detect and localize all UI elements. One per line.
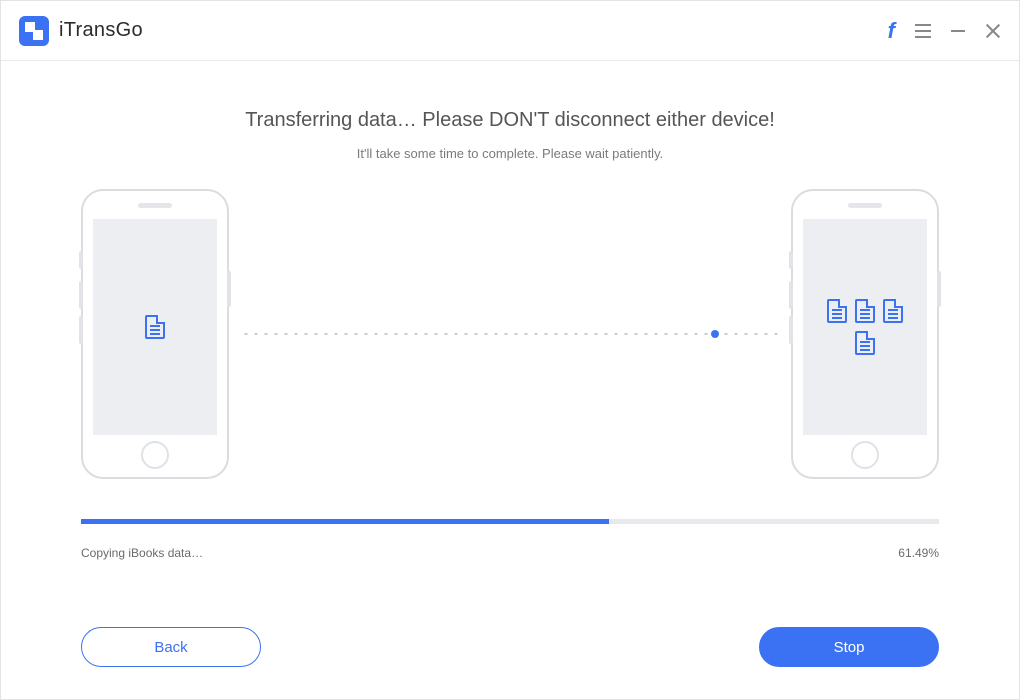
- stop-button[interactable]: Stop: [759, 627, 939, 667]
- menu-icon[interactable]: [915, 24, 931, 38]
- transfer-connector: [241, 333, 779, 335]
- window-controls: f: [888, 20, 1001, 42]
- document-icon: [883, 299, 903, 323]
- transfer-illustration: [81, 189, 939, 479]
- source-device: [81, 189, 229, 479]
- progress-percent-text: 61.49%: [898, 546, 939, 560]
- target-device: [791, 189, 939, 479]
- minimize-icon[interactable]: [951, 30, 965, 32]
- close-icon[interactable]: [985, 23, 1001, 39]
- progress-section: Copying iBooks data… 61.49%: [81, 519, 939, 560]
- progress-fill: [81, 519, 609, 524]
- transfer-pulse-icon: [711, 330, 719, 338]
- progress-bar: [81, 519, 939, 524]
- facebook-icon[interactable]: f: [888, 20, 895, 42]
- footer-actions: Back Stop: [81, 627, 939, 667]
- transfer-heading: Transferring data… Please DON'T disconne…: [81, 109, 939, 132]
- back-button[interactable]: Back: [81, 627, 261, 667]
- main-content: Transferring data… Please DON'T disconne…: [1, 61, 1019, 590]
- titlebar: iTransGo f: [1, 1, 1019, 61]
- document-icon: [855, 299, 875, 323]
- app-logo-icon: [19, 16, 49, 46]
- app-title: iTransGo: [59, 19, 143, 42]
- document-icon: [855, 331, 875, 355]
- document-icon: [145, 315, 165, 339]
- document-icon: [827, 299, 847, 323]
- progress-status-text: Copying iBooks data…: [81, 546, 203, 560]
- transfer-subheading: It'll take some time to complete. Please…: [81, 146, 939, 161]
